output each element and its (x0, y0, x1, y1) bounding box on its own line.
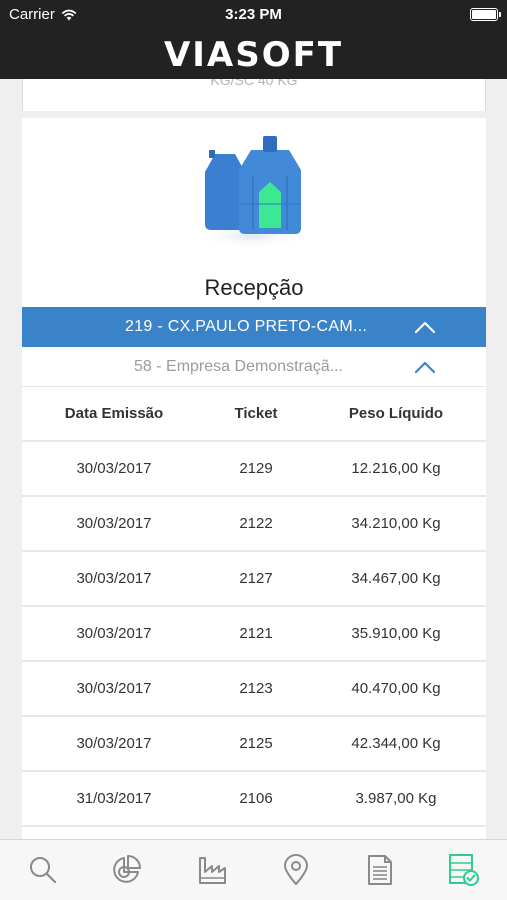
cell-ticket: 2123 (239, 680, 273, 697)
cell-weight: 3.987,00 Kg (355, 790, 437, 807)
status-time: 3:23 PM (225, 6, 282, 23)
cell-date: 30/03/2017 (76, 515, 152, 532)
tab-documents[interactable] (362, 852, 398, 888)
search-icon (30, 857, 57, 884)
cell-weight: 40.470,00 Kg (351, 680, 441, 697)
card-title: Recepção (204, 275, 304, 300)
receipt-check-icon (449, 854, 479, 886)
reception-card: Recepção 219 - CX.PAULO PRETO-CAM... 58 … (22, 118, 486, 839)
cell-ticket: 2129 (239, 460, 273, 477)
primary-selector[interactable]: 219 - CX.PAULO PRETO-CAM... (22, 307, 486, 347)
location-pin-icon (284, 854, 308, 885)
tab-search[interactable] (25, 852, 61, 888)
secondary-selector[interactable]: 58 - Empresa Demonstraçã... (22, 347, 486, 387)
cell-weight: 42.344,00 Kg (351, 735, 441, 752)
chevron-up-icon[interactable] (414, 321, 436, 334)
tab-dashboard[interactable] (108, 852, 144, 888)
cell-weight: 34.467,00 Kg (351, 570, 441, 587)
cell-ticket: 2122 (239, 515, 273, 532)
battery-icon (470, 8, 501, 21)
tab-locations[interactable] (278, 852, 314, 888)
header-peso-liquido: Peso Líquido (348, 405, 444, 422)
cell-date: 31/03/2017 (76, 790, 152, 807)
table-header: Data Emissão Ticket Peso Líquido (22, 387, 486, 442)
header-ticket: Ticket (234, 405, 278, 422)
cell-ticket: 2121 (239, 625, 273, 642)
cell-date: 30/03/2017 (76, 460, 152, 477)
table-row[interactable]: 31/03/2017 2106 3.987,00 Kg (22, 772, 486, 827)
secondary-selector-label: 58 - Empresa Demonstraçã... (134, 358, 343, 375)
table-row[interactable]: 30/03/2017 2127 34.467,00 Kg (22, 552, 486, 607)
cell-date: 30/03/2017 (76, 735, 152, 752)
table-row[interactable]: 30/03/2017 2125 42.344,00 Kg (22, 717, 486, 772)
factory-icon (199, 857, 226, 884)
scroll-content[interactable]: KG/SC 40 KG Recepção 219 - CX.PAULO PRET… (0, 79, 507, 839)
pie-chart-icon (113, 855, 141, 883)
cell-date: 30/03/2017 (76, 625, 152, 642)
cell-ticket: 2127 (239, 570, 273, 587)
tab-bar (0, 839, 507, 900)
reception-table: Data Emissão Ticket Peso Líquido 30/03/2… (22, 387, 486, 827)
status-bar: Carrier 3:23 PM (0, 0, 507, 30)
tab-production[interactable] (194, 852, 230, 888)
silo-icon (195, 136, 311, 249)
cell-weight: 12.216,00 Kg (351, 460, 441, 477)
cell-weight: 34.210,00 Kg (351, 515, 441, 532)
table-row[interactable]: 30/03/2017 2122 34.210,00 Kg (22, 497, 486, 552)
cell-weight: 35.910,00 Kg (351, 625, 441, 642)
primary-selector-label: 219 - CX.PAULO PRETO-CAM... (125, 318, 368, 335)
table-row[interactable]: 30/03/2017 2129 12.216,00 Kg (22, 442, 486, 497)
cell-ticket: 2106 (239, 790, 273, 807)
header-data-emissao: Data Emissão (64, 405, 164, 422)
chevron-up-icon[interactable] (414, 361, 436, 374)
document-icon (368, 855, 392, 885)
previous-card: KG/SC 40 KG (22, 79, 486, 111)
cell-date: 30/03/2017 (76, 570, 152, 587)
cell-date: 30/03/2017 (76, 680, 152, 697)
app-header: VIASOFT (0, 30, 507, 79)
table-row[interactable]: 30/03/2017 2123 40.470,00 Kg (22, 662, 486, 717)
tab-receipts[interactable] (446, 852, 482, 888)
previous-card-text: KG/SC 40 KG (210, 79, 298, 88)
table-row[interactable]: 30/03/2017 2121 35.910,00 Kg (22, 607, 486, 662)
viasoft-logo: VIASOFT (163, 34, 344, 75)
cell-ticket: 2125 (239, 735, 273, 752)
